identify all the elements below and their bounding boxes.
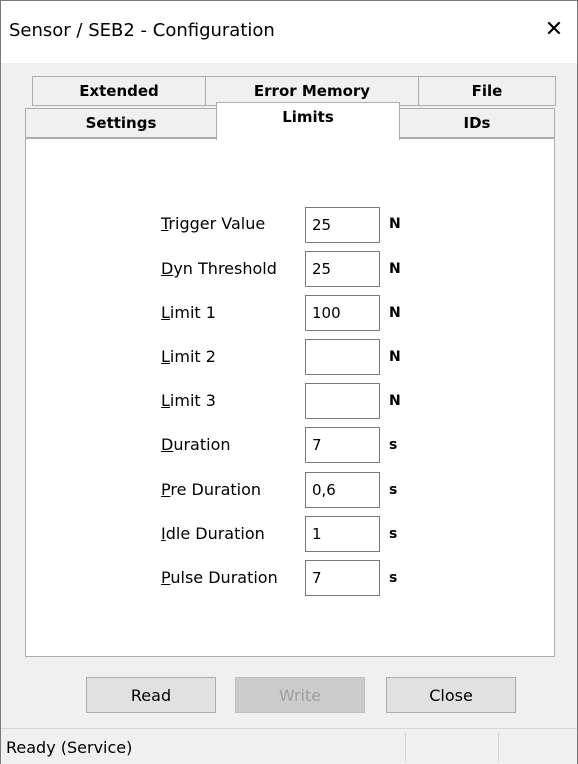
limits-panel <box>25 138 555 657</box>
limit-1-input[interactable] <box>305 295 380 331</box>
duration-unit: s <box>389 437 398 453</box>
title-bar: Sensor / SEB2 - Configuration ✕ <box>1 1 577 63</box>
limit-2-label: Limit 2 <box>161 347 216 366</box>
duration-input[interactable] <box>305 427 380 463</box>
pre-duration-unit: s <box>389 482 398 498</box>
limit-3-label: Limit 3 <box>161 391 216 410</box>
duration-label: Duration <box>161 435 231 454</box>
status-divider <box>405 733 406 762</box>
limit-2-input[interactable] <box>305 339 380 375</box>
tab-limits[interactable]: Limits <box>216 102 400 140</box>
window-title: Sensor / SEB2 - Configuration <box>9 20 275 41</box>
pulse-duration-unit: s <box>389 570 398 586</box>
trigger-value-label: Trigger Value <box>161 214 266 233</box>
status-bar: Ready (Service) <box>1 728 577 764</box>
idle-duration-label: Idle Duration <box>161 524 265 543</box>
dyn-threshold-input[interactable] <box>305 251 380 287</box>
limit-1-unit: N <box>389 305 401 321</box>
status-text: Ready (Service) <box>6 738 133 757</box>
write-button[interactable]: Write <box>235 677 365 713</box>
dyn-threshold-unit: N <box>389 261 401 277</box>
tab-ids[interactable]: IDs <box>399 108 555 138</box>
read-button[interactable]: Read <box>86 677 216 713</box>
limit-3-input[interactable] <box>305 383 380 419</box>
tab-extended[interactable]: Extended <box>32 76 206 106</box>
limit-1-label: Limit 1 <box>161 303 216 322</box>
pulse-duration-label: Pulse Duration <box>161 568 278 587</box>
tab-ids-label: IDs <box>463 114 491 132</box>
tab-file[interactable]: File <box>418 76 556 106</box>
tab-settings[interactable]: Settings <box>25 108 217 138</box>
tab-error-memory-label: Error Memory <box>253 82 371 100</box>
idle-duration-unit: s <box>389 526 398 542</box>
limit-3-unit: N <box>389 393 401 409</box>
dyn-threshold-label: Dyn Threshold <box>161 259 277 278</box>
tab-limits-label: Limits <box>282 108 334 126</box>
pulse-duration-input[interactable] <box>305 560 380 596</box>
trigger-value-input[interactable] <box>305 207 380 243</box>
pre-duration-label: Pre Duration <box>161 480 262 499</box>
close-button[interactable]: Close <box>386 677 516 713</box>
tab-extended-label: Extended <box>79 82 159 100</box>
tab-file-label: File <box>471 82 503 100</box>
tab-settings-label: Settings <box>85 114 157 132</box>
idle-duration-input[interactable] <box>305 516 380 552</box>
pre-duration-input[interactable] <box>305 472 380 508</box>
status-divider <box>498 733 499 762</box>
config-window: Sensor / SEB2 - Configuration ✕ Extended… <box>0 0 578 764</box>
close-icon[interactable]: ✕ <box>537 13 571 47</box>
trigger-value-unit: N <box>389 216 401 232</box>
limit-2-unit: N <box>389 349 401 365</box>
